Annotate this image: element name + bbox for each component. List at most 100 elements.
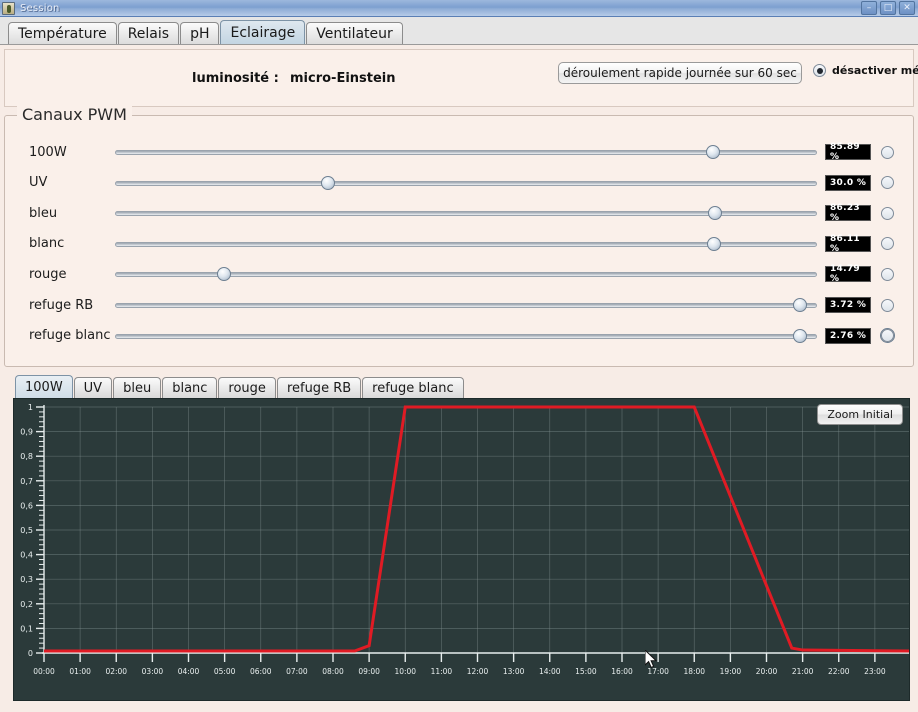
- chart-tab-blanc[interactable]: blanc: [162, 377, 218, 398]
- plot-area[interactable]: Zoom Initial 0 0,1 0,2 0,3 0,4 0,5 0,6 0,7 0,8 0,…: [13, 398, 910, 701]
- svg-text:0,9: 0,9: [20, 428, 33, 437]
- svg-text:01:00: 01:00: [69, 667, 91, 676]
- svg-text:10:00: 10:00: [394, 667, 416, 676]
- pwm-channels-panel: Canaux PWM 100W 85.89 % UV 30.0 % bleu 86.23 …: [4, 105, 914, 367]
- svg-text:19:00: 19:00: [720, 667, 742, 676]
- svg-text:09:00: 09:00: [358, 667, 380, 676]
- pwm-slider[interactable]: [115, 143, 817, 161]
- luminosity-label: luminosité :: [192, 70, 279, 86]
- pwm-slider[interactable]: [115, 327, 817, 345]
- fast-day-cycle-button[interactable]: déroulement rapide journée sur 60 sec: [558, 62, 802, 84]
- pwm-channel-radio[interactable]: [881, 267, 894, 281]
- pwm-slider-track[interactable]: [115, 333, 817, 339]
- chart-tab-refuge-rb[interactable]: refuge RB: [276, 377, 362, 398]
- chart-tab-refuge-blanc[interactable]: refuge blanc: [362, 377, 464, 398]
- pwm-channel-label: refuge blanc: [29, 328, 111, 344]
- svg-text:0: 0: [28, 649, 33, 658]
- disable-weather-radio[interactable]: [813, 64, 826, 77]
- pwm-slider[interactable]: [115, 296, 817, 314]
- pwm-channel-label: blanc: [29, 236, 65, 252]
- svg-text:0,3: 0,3: [20, 575, 33, 584]
- pwm-channel-radio[interactable]: [881, 206, 894, 220]
- pwm-channel-radio[interactable]: [881, 298, 894, 312]
- pwm-slider-thumb[interactable]: [708, 206, 723, 221]
- svg-text:21:00: 21:00: [792, 667, 814, 676]
- svg-text:0,7: 0,7: [20, 477, 33, 486]
- pwm-value-display: 30.0 %: [825, 174, 871, 191]
- pwm-slider-thumb[interactable]: [705, 145, 720, 159]
- pwm-value-display: 14.79 %: [825, 264, 871, 284]
- tab-ventilateur[interactable]: Ventilateur: [306, 22, 403, 44]
- line-chart: 0 0,1 0,2 0,3 0,4 0,5 0,6 0,7 0,8 0,9 1 00:00 01:00 0…: [20, 403, 909, 676]
- svg-text:12:00: 12:00: [467, 667, 489, 676]
- pwm-slider-thumb[interactable]: [216, 267, 231, 282]
- chart-tab-uv[interactable]: UV: [73, 377, 113, 398]
- tab-eclairage[interactable]: Eclairage: [220, 20, 306, 44]
- svg-text:0,4: 0,4: [20, 551, 33, 560]
- zoom-initial-button[interactable]: Zoom Initial: [817, 404, 903, 425]
- chart-tab-rouge[interactable]: rouge: [218, 377, 276, 398]
- svg-text:0,6: 0,6: [20, 501, 33, 510]
- pwm-slider[interactable]: [115, 204, 817, 222]
- svg-text:07:00: 07:00: [286, 667, 308, 676]
- svg-text:16:00: 16:00: [611, 667, 633, 676]
- pwm-slider-track[interactable]: [115, 180, 817, 186]
- svg-text:08:00: 08:00: [322, 667, 344, 676]
- pwm-row: refuge blanc 2.76 %: [5, 324, 913, 348]
- chart-panel: 100W UV bleu blanc rouge refuge RB refuge blan…: [4, 375, 914, 701]
- svg-text:05:00: 05:00: [214, 667, 236, 676]
- pwm-row: blanc 86.11 %: [5, 232, 913, 256]
- tab-ph[interactable]: pH: [180, 22, 220, 44]
- main-tab-bar: Température Relais pH Eclairage Ventilat…: [0, 17, 918, 45]
- svg-text:00:00: 00:00: [33, 667, 55, 676]
- pwm-slider-thumb[interactable]: [321, 175, 336, 190]
- luminosity-bar: luminosité : micro-Einstein déroulement …: [4, 49, 918, 107]
- app-icon: [2, 1, 15, 15]
- pwm-channel-radio[interactable]: [881, 329, 894, 343]
- close-button[interactable]: ✕: [899, 1, 915, 15]
- pwm-slider-thumb[interactable]: [707, 236, 722, 251]
- chart-tab-bleu[interactable]: bleu: [113, 377, 162, 398]
- chart-tab-bar: 100W UV bleu blanc rouge refuge RB refuge blan…: [4, 375, 914, 398]
- maximize-button[interactable]: □: [880, 1, 896, 15]
- pwm-slider-thumb[interactable]: [792, 298, 807, 312]
- pwm-value-display: 86.23 %: [825, 203, 871, 223]
- pwm-channel-radio[interactable]: [881, 237, 894, 251]
- svg-text:18:00: 18:00: [683, 667, 705, 676]
- svg-text:02:00: 02:00: [105, 667, 127, 676]
- window-controls: – □ ✕: [861, 1, 915, 15]
- luminosity-unit: micro-Einstein: [290, 70, 396, 86]
- window-title: Session: [20, 2, 60, 14]
- pwm-slider-thumb[interactable]: [793, 328, 808, 343]
- svg-text:0,5: 0,5: [20, 526, 33, 535]
- svg-text:0,2: 0,2: [20, 600, 33, 609]
- svg-text:23:00: 23:00: [864, 667, 886, 676]
- tab-relais[interactable]: Relais: [117, 22, 180, 44]
- pwm-channel-label: rouge: [29, 266, 67, 282]
- svg-text:04:00: 04:00: [178, 667, 200, 676]
- svg-text:1: 1: [28, 403, 33, 412]
- svg-text:14:00: 14:00: [539, 667, 561, 676]
- minimize-button[interactable]: –: [861, 1, 877, 15]
- pwm-slider[interactable]: [115, 235, 817, 253]
- pwm-slider-track[interactable]: [115, 303, 817, 308]
- chart-tab-100w[interactable]: 100W: [15, 375, 73, 398]
- disable-weather-label: désactiver météo: [832, 64, 918, 77]
- pwm-row: rouge 14.79 %: [5, 262, 913, 286]
- svg-text:06:00: 06:00: [250, 667, 272, 676]
- svg-text:13:00: 13:00: [503, 667, 525, 676]
- svg-text:15:00: 15:00: [575, 667, 597, 676]
- pwm-slider[interactable]: [115, 265, 817, 283]
- title-bar: Session – □ ✕: [0, 0, 918, 17]
- svg-text:03:00: 03:00: [142, 667, 164, 676]
- pwm-value-display: 2.76 %: [825, 327, 871, 344]
- pwm-slider[interactable]: [115, 174, 817, 192]
- pwm-value-display: 3.72 %: [825, 297, 871, 313]
- disable-weather-option[interactable]: désactiver météo: [813, 64, 918, 77]
- svg-text:0,8: 0,8: [20, 452, 33, 461]
- pwm-channel-radio[interactable]: [881, 145, 894, 159]
- pwm-channel-label: refuge RB: [29, 297, 94, 313]
- tab-temperature[interactable]: Température: [8, 22, 117, 44]
- pwm-channel-radio[interactable]: [881, 176, 894, 190]
- pwm-channel-label: UV: [29, 175, 48, 191]
